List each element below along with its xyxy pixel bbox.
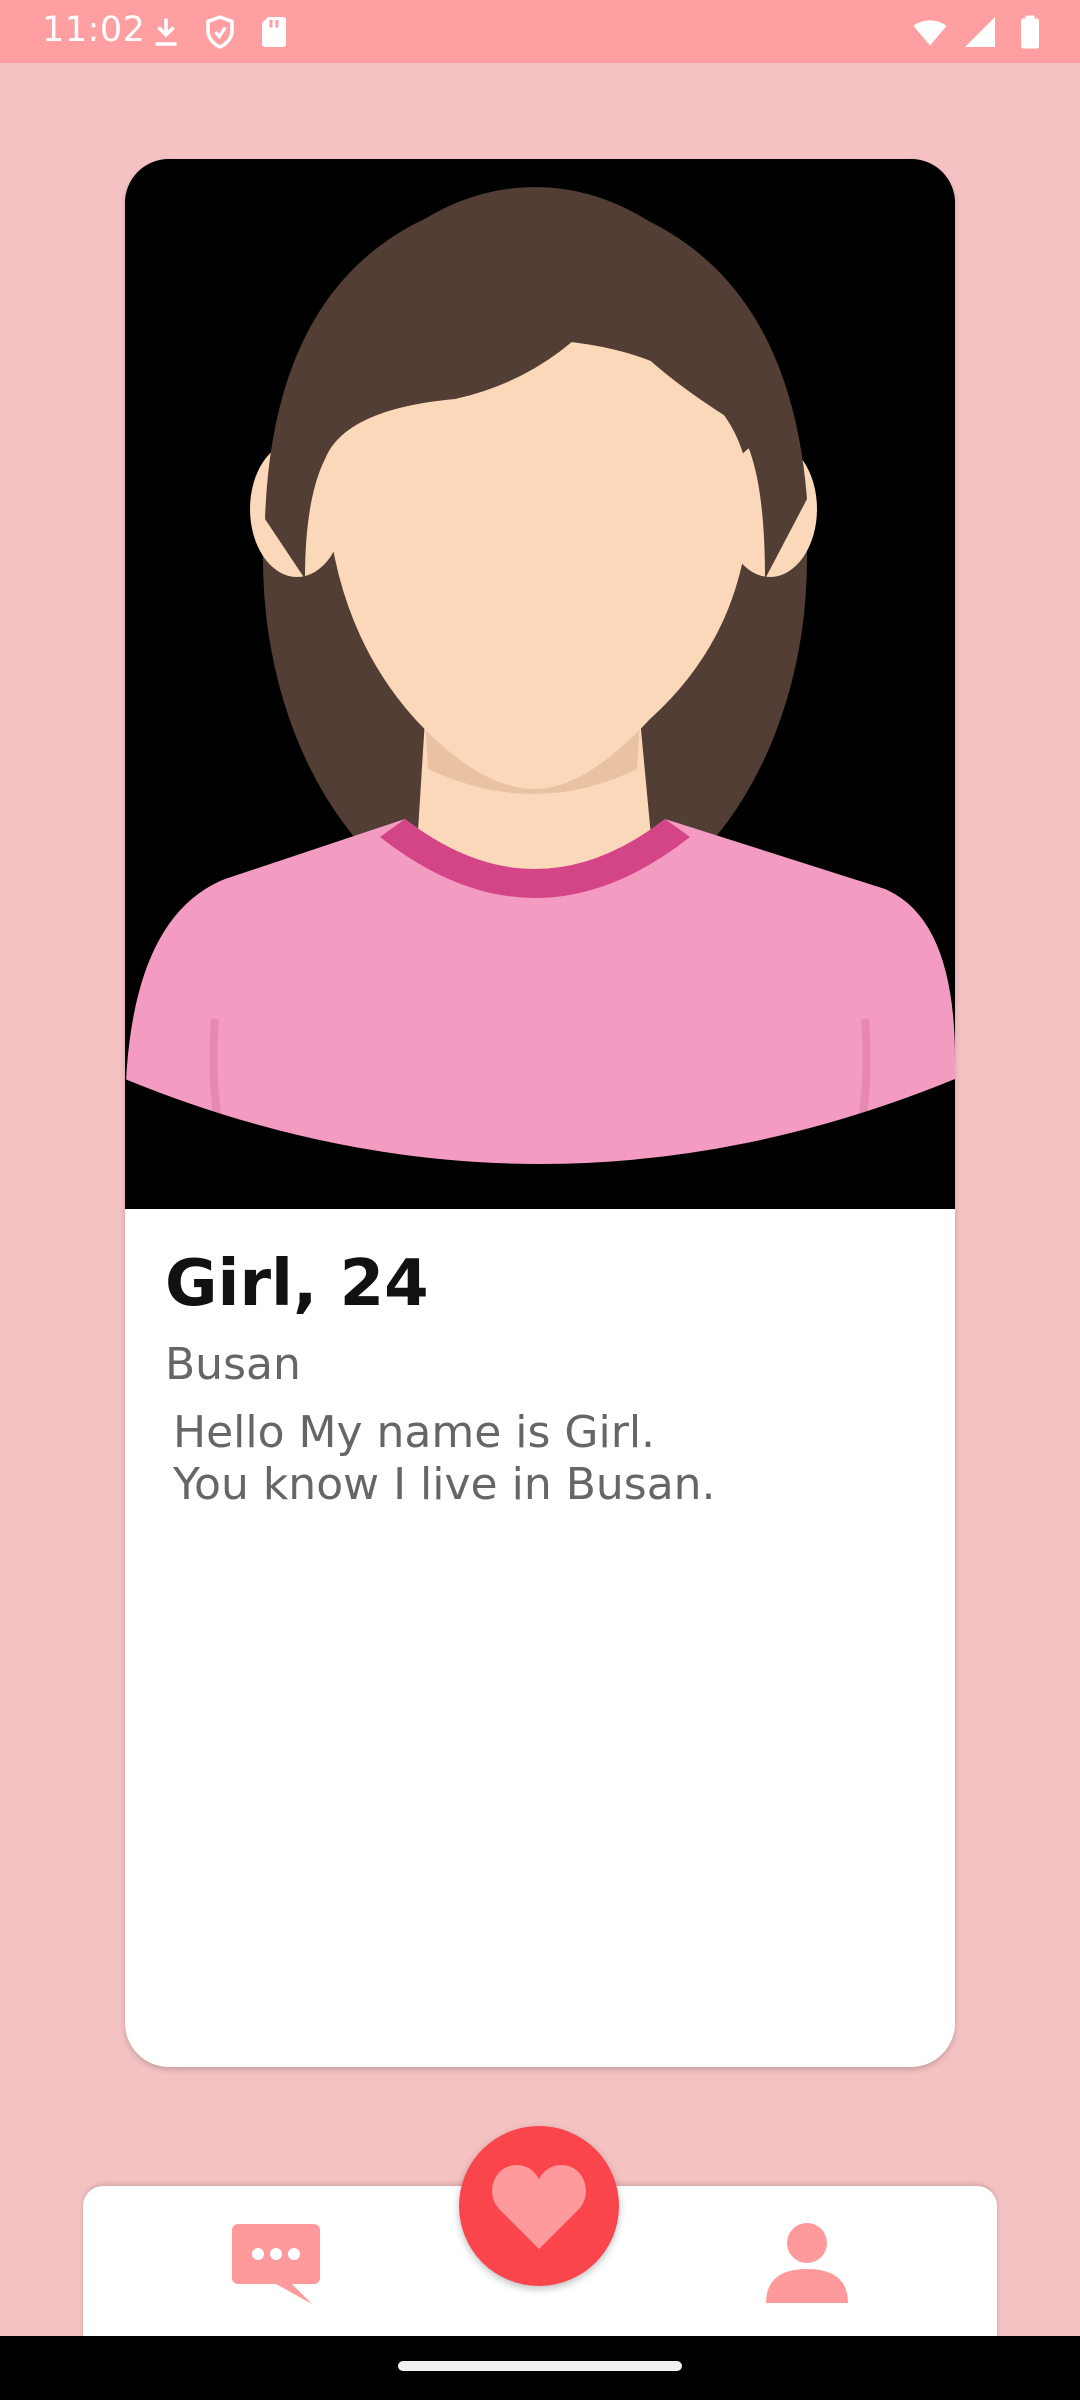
status-time: 11:02 <box>42 10 146 50</box>
wifi-icon <box>913 20 947 46</box>
download-icon <box>155 18 177 46</box>
home-handle[interactable] <box>398 2361 682 2371</box>
profile-card[interactable]: Girl, 24 Busan Hello My name is Girl. Yo… <box>125 159 955 2067</box>
heart-icon <box>492 2165 586 2249</box>
sd-card-icon <box>262 17 286 47</box>
bio-line: Hello My name is Girl. <box>173 1407 656 1458</box>
profile-photo <box>125 159 955 1209</box>
battery-icon <box>1021 15 1039 49</box>
bio-line: You know I live in Busan. <box>173 1459 716 1510</box>
chat-icon[interactable] <box>232 2224 320 2304</box>
profile-bio: Hello My name is Girl. You know I live i… <box>173 1407 716 1511</box>
profile-name-age: Girl, 24 <box>165 1247 429 1321</box>
cell-signal-icon <box>965 17 995 47</box>
like-button[interactable] <box>459 2126 619 2286</box>
profile-location: Busan <box>165 1339 301 1390</box>
shield-icon <box>206 15 234 49</box>
avatar-illustration <box>125 159 955 1209</box>
profile-icon[interactable] <box>766 2221 848 2303</box>
status-bar: 11:02 <box>0 0 1080 63</box>
